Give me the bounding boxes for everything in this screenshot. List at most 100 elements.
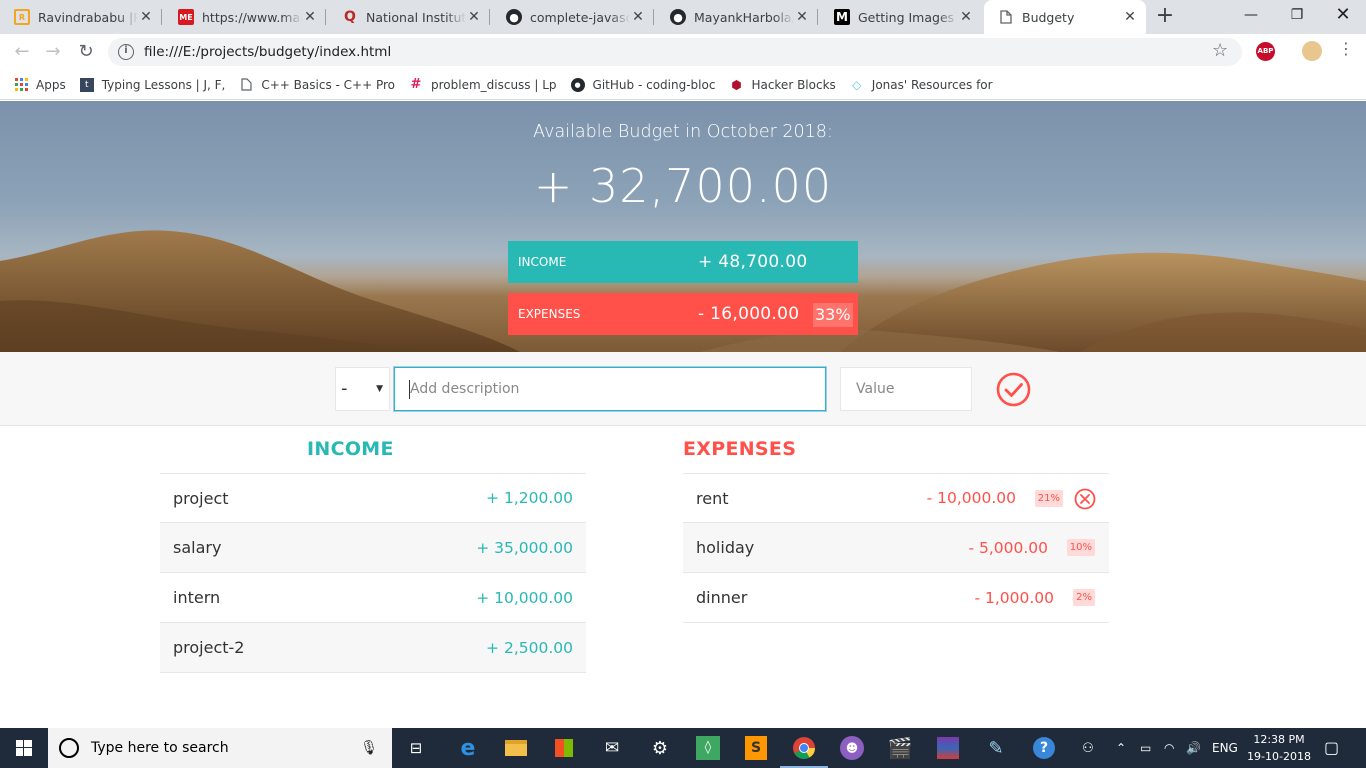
item-value: - 1,000.00 <box>974 588 1054 607</box>
address-bar[interactable]: i file:///E:/projects/budgety/index.html <box>108 38 1242 66</box>
madeeasy-icon: ME <box>178 9 194 25</box>
budget-expenses-box: Expenses - 16,000.00 33% <box>508 293 858 335</box>
github-icon: ● <box>506 9 522 25</box>
tab-madeeasy[interactable]: ME https://www.made ✕ <box>164 0 326 34</box>
show-hidden-icons-icon[interactable]: ⌃ <box>1116 728 1126 768</box>
bookmark-typing-lessons[interactable]: t Typing Lessons | J, F, <box>79 77 226 92</box>
close-window-icon[interactable]: ✕ <box>1320 0 1366 30</box>
bookmark-jonas-resources[interactable]: ◇ Jonas' Resources for <box>850 78 992 92</box>
close-tab-icon[interactable]: ✕ <box>1122 9 1138 25</box>
expense-item[interactable]: holiday - 5,000.00 10% <box>683 523 1109 573</box>
info-icon[interactable]: i <box>118 44 134 60</box>
file-explorer-icon[interactable] <box>502 734 530 762</box>
tab-getting-images[interactable]: M Getting Images int ✕ <box>820 0 982 34</box>
minimize-icon[interactable]: — <box>1228 0 1274 30</box>
android-studio-icon[interactable]: ◊ <box>694 734 722 762</box>
kebab-menu-icon[interactable]: ⋮ <box>1338 39 1354 58</box>
expense-item[interactable]: rent - 10,000.00 21% <box>683 473 1109 523</box>
system-clock[interactable]: 12:38 PM 19-10-2018 <box>1244 731 1314 765</box>
github-desktop-icon[interactable]: ☻ <box>838 734 866 762</box>
budget-income-box: Income + 48,700.00 <box>508 241 858 283</box>
tab-complete-javascript[interactable]: ● complete-javascrip ✕ <box>492 0 654 34</box>
wifi-icon[interactable]: ◠ <box>1164 728 1174 768</box>
expense-item[interactable]: dinner - 1,000.00 2% <box>683 573 1109 623</box>
battery-icon[interactable]: ▭ <box>1140 728 1151 768</box>
bookmarks-bar: Apps t Typing Lessons | J, F, C++ Basics… <box>0 70 1366 100</box>
browser-tab-strip: R Ravindrababu |Rav ✕ ME https://www.mad… <box>0 0 1366 34</box>
sublime-text-icon[interactable]: S <box>742 734 770 762</box>
edge-icon[interactable]: e <box>454 734 482 762</box>
description-input[interactable]: Add description <box>394 367 826 411</box>
income-item[interactable]: project-2 + 2,500.00 <box>160 623 586 673</box>
tab-ravindrababu[interactable]: R Ravindrababu |Rav ✕ <box>0 0 162 34</box>
bookmark-star-icon[interactable]: ☆ <box>1212 40 1228 61</box>
income-value: + 48,700.00 <box>698 252 808 272</box>
close-tab-icon[interactable]: ✕ <box>630 9 646 25</box>
tab-title: Ravindrababu |Rav <box>38 9 138 25</box>
store-icon[interactable] <box>550 734 578 762</box>
close-tab-icon[interactable]: ✕ <box>138 9 154 25</box>
item-value: + 1,200.00 <box>486 489 573 507</box>
profile-avatar[interactable] <box>1302 41 1322 61</box>
bookmark-hacker-blocks[interactable]: ⬢ Hacker Blocks <box>729 78 836 92</box>
add-item-form: - ▼ Add description Value <box>0 352 1366 426</box>
value-input[interactable]: Value <box>840 367 972 411</box>
item-value: - 5,000.00 <box>968 538 1048 557</box>
income-item[interactable]: project + 1,200.00 <box>160 473 586 523</box>
bookmark-label: Apps <box>36 77 66 92</box>
settings-gear-icon[interactable]: ⚙ <box>646 734 674 762</box>
type-select-value: - <box>341 378 348 399</box>
income-list: project + 1,200.00 salary + 35,000.00 in… <box>160 473 586 673</box>
bookmark-github-coding-blocks[interactable]: ● GitHub - coding-bloc <box>570 77 715 92</box>
back-arrow-icon[interactable]: ← <box>10 40 34 64</box>
tab-title: National Institute o <box>366 9 466 25</box>
tumblr-icon: t <box>79 77 94 92</box>
close-tab-icon[interactable]: ✕ <box>794 9 810 25</box>
tab-title: Getting Images int <box>858 9 958 25</box>
mail-icon[interactable]: ✉ <box>598 734 626 762</box>
windows-taskbar: Type here to search 🎙 ⊟ e ✉ ⚙ ◊ S ☻ 🎬 ✎ … <box>0 728 1366 768</box>
income-title: Income <box>307 438 394 460</box>
delete-icon[interactable] <box>1074 488 1096 510</box>
close-tab-icon[interactable]: ✕ <box>958 9 974 25</box>
add-checkmark-button[interactable] <box>996 372 1031 407</box>
language-indicator[interactable]: ENG <box>1212 728 1238 768</box>
taskbar-search-placeholder: Type here to search <box>91 740 229 756</box>
clock-date: 19-10-2018 <box>1247 750 1311 763</box>
adblock-plus-icon[interactable]: ABP <box>1256 42 1275 61</box>
help-icon[interactable]: ? <box>1030 734 1058 762</box>
income-item[interactable]: salary + 35,000.00 <box>160 523 586 573</box>
bookmark-apps[interactable]: Apps <box>14 78 66 92</box>
tab-mayankharbola[interactable]: ● MayankHarbola/Le ✕ <box>656 0 818 34</box>
github-icon: ● <box>570 77 585 92</box>
bookmark-cpp-basics[interactable]: C++ Basics - C++ Pro <box>239 78 395 92</box>
reload-icon[interactable]: ↻ <box>74 40 98 64</box>
notifications-icon[interactable]: ▢ <box>1324 728 1339 768</box>
forward-arrow-icon[interactable]: → <box>41 40 65 64</box>
people-icon[interactable]: ⚇ <box>1074 734 1102 762</box>
chrome-icon[interactable] <box>780 734 828 768</box>
bookmark-problem-discuss[interactable]: # problem_discuss | Lp <box>409 78 557 92</box>
bookmark-label: Typing Lessons | J, F, <box>101 77 226 92</box>
expenses-label: Expenses <box>518 307 581 321</box>
cortana-icon <box>59 738 79 758</box>
income-item[interactable]: intern + 10,000.00 <box>160 573 586 623</box>
task-view-icon[interactable]: ⊟ <box>402 734 430 762</box>
close-tab-icon[interactable]: ✕ <box>466 9 482 25</box>
microphone-icon[interactable]: 🎙 <box>360 740 378 756</box>
tab-quora[interactable]: Q National Institute o ✕ <box>328 0 490 34</box>
winrar-icon[interactable] <box>934 734 962 762</box>
taskbar-search[interactable]: Type here to search 🎙 <box>48 728 392 768</box>
new-tab-button[interactable]: + <box>1154 5 1176 28</box>
type-select[interactable]: - ▼ <box>335 367 390 411</box>
expenses-value: - 16,000.00 <box>698 304 800 324</box>
tab-budgety[interactable]: Budgety ✕ <box>984 0 1146 34</box>
ravindrababu-icon: R <box>14 9 30 25</box>
volume-icon[interactable]: 🔊 <box>1186 728 1201 768</box>
notepad-icon[interactable]: ✎ <box>982 734 1010 762</box>
movies-tv-icon[interactable]: 🎬 <box>886 734 914 762</box>
browser-toolbar: ← → ↻ i file:///E:/projects/budgety/inde… <box>0 34 1366 70</box>
restore-icon[interactable]: ❐ <box>1274 0 1320 30</box>
windows-start-icon[interactable] <box>0 728 48 768</box>
close-tab-icon[interactable]: ✕ <box>302 9 318 25</box>
